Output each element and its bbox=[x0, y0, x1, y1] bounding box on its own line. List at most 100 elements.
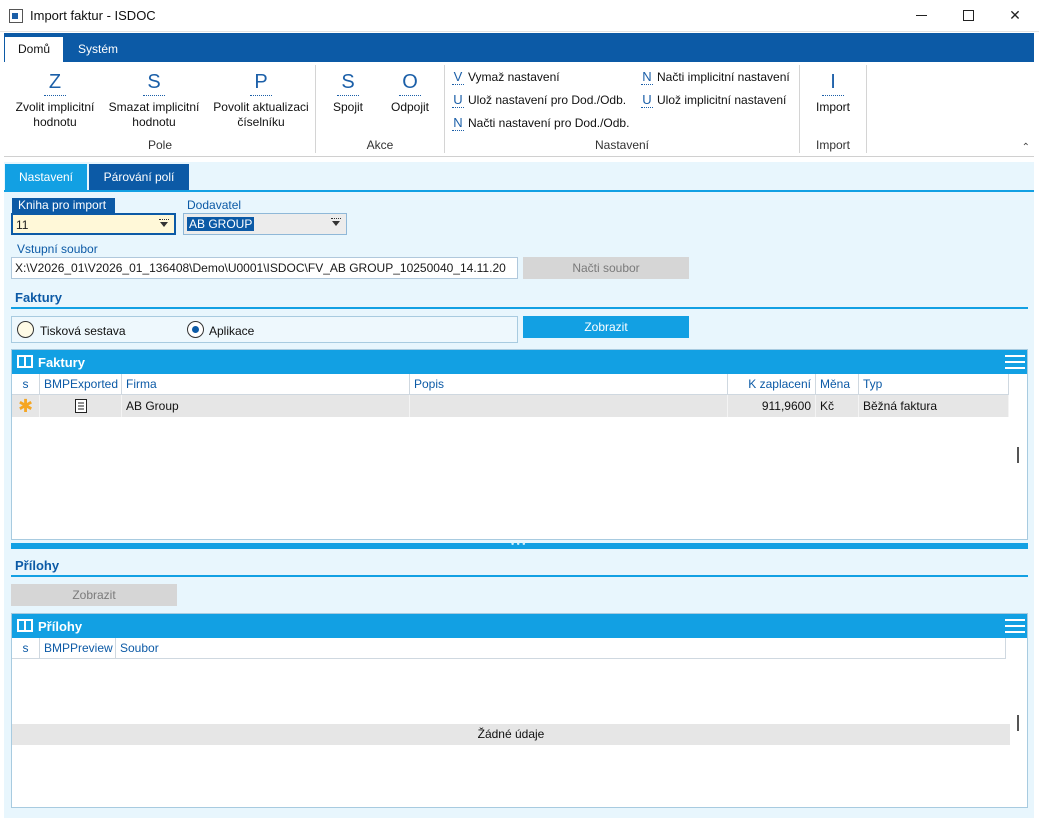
dodavatel-label: Dodavatel bbox=[187, 198, 242, 212]
button-label: Odpojit bbox=[390, 100, 430, 114]
main-content: Nastavení Párování polí Kniha pro import… bbox=[4, 162, 1034, 818]
vertical-scrollbar[interactable] bbox=[1017, 447, 1019, 463]
povolit-aktualizaci-button[interactable]: P Povolit aktualizaci číselníku bbox=[208, 70, 314, 130]
title-bar: Import faktur - ISDOC ✕ bbox=[0, 0, 1039, 32]
pane-splitter[interactable]: • • • bbox=[11, 539, 1028, 549]
maximize-button[interactable] bbox=[945, 0, 991, 31]
dropdown-arrow-icon[interactable] bbox=[330, 218, 342, 228]
close-button[interactable]: ✕ bbox=[992, 0, 1038, 31]
smazat-implicitni-button[interactable]: S Smazat implicitní hodnotu bbox=[104, 70, 204, 130]
close-icon: ✕ bbox=[1009, 7, 1021, 23]
vstupni-soubor-label: Vstupní soubor bbox=[17, 242, 98, 256]
shortcut-letter: N bbox=[641, 69, 653, 85]
faktury-section-title: Faktury bbox=[15, 290, 62, 305]
spojit-button[interactable]: S Spojit bbox=[322, 70, 374, 115]
column-header-k-zaplaceni[interactable]: K zaplacení bbox=[728, 374, 816, 395]
column-header-soubor[interactable]: Soubor bbox=[116, 638, 1006, 659]
tab-nastaveni[interactable]: Nastavení bbox=[5, 164, 87, 190]
group-label-pole: Pole bbox=[147, 138, 173, 152]
vstupni-soubor-input[interactable]: X:\V2026_01\V2026_01_136408\Demo\U0001\I… bbox=[11, 257, 518, 279]
new-row-star-icon: ✱ bbox=[12, 395, 40, 417]
kniha-select[interactable]: 11 bbox=[11, 213, 176, 235]
column-header-popis[interactable]: Popis bbox=[410, 374, 728, 395]
zobrazit-prilohy-button[interactable]: Zobrazit bbox=[11, 584, 177, 606]
nacti-implicitni-nastaveni-button[interactable]: N Načti implicitní nastavení bbox=[641, 69, 790, 85]
minimize-button[interactable] bbox=[898, 0, 944, 31]
column-header-bmpexported[interactable]: BMPExported bbox=[40, 374, 122, 395]
column-header-s[interactable]: s bbox=[12, 374, 40, 395]
group-label-akce: Akce bbox=[366, 138, 394, 152]
shortcut-letter: P bbox=[250, 70, 272, 96]
uloz-implicitni-nastaveni-button[interactable]: U Ulož implicitní nastavení bbox=[641, 92, 786, 108]
cell-firma: AB Group bbox=[122, 395, 410, 417]
empty-state-text: Žádné údaje bbox=[12, 724, 1010, 745]
shortcut-letter: V bbox=[452, 69, 464, 85]
radio-tiskova-sestava[interactable] bbox=[17, 321, 34, 338]
odpojit-button[interactable]: O Odpojit bbox=[382, 70, 438, 115]
menu-icon[interactable] bbox=[1005, 355, 1025, 369]
splitter-grip-icon: • • • bbox=[511, 539, 526, 549]
ribbon: Z Zvolit implicitní hodnotu S Smazat imp… bbox=[4, 62, 1034, 157]
grid-title: Faktury bbox=[38, 355, 85, 370]
window-title: Import faktur - ISDOC bbox=[30, 8, 156, 23]
vymaz-nastaveni-button[interactable]: V Vymaž nastavení bbox=[452, 69, 560, 85]
zvolit-implicitni-button[interactable]: Z Zvolit implicitní hodnotu bbox=[6, 70, 104, 130]
column-header-typ[interactable]: Typ bbox=[859, 374, 1009, 395]
prilohy-section-title: Přílohy bbox=[15, 558, 60, 573]
group-separator bbox=[866, 65, 867, 153]
column-header-mena[interactable]: Měna bbox=[816, 374, 859, 395]
button-label: Načti nastavení pro Dod./Odb. bbox=[468, 116, 630, 130]
kniha-label: Kniha pro import bbox=[12, 198, 115, 213]
ribbon-tab-system[interactable]: Systém bbox=[70, 37, 126, 62]
uloz-nastaveni-dod-button[interactable]: U Ulož nastavení pro Dod./Odb. bbox=[452, 92, 626, 108]
shortcut-letter: U bbox=[452, 92, 464, 108]
tab-underline bbox=[4, 190, 1034, 192]
shortcut-letter: O bbox=[399, 70, 421, 96]
button-label-line1: Povolit aktualizaci bbox=[213, 100, 309, 114]
nacti-soubor-button[interactable]: Načti soubor bbox=[523, 257, 689, 279]
shortcut-letter: Z bbox=[44, 70, 66, 96]
cell-typ: Běžná faktura bbox=[859, 395, 1009, 417]
app-icon bbox=[9, 9, 23, 23]
import-button[interactable]: I Import bbox=[806, 70, 860, 115]
menu-icon[interactable] bbox=[1005, 619, 1025, 633]
vertical-scrollbar[interactable] bbox=[1017, 715, 1019, 731]
minimize-icon bbox=[915, 15, 927, 16]
button-label-line1: Smazat implicitní bbox=[108, 100, 200, 114]
collapse-ribbon-icon[interactable]: ⌃ bbox=[1022, 142, 1030, 153]
kniha-value: 11 bbox=[16, 218, 29, 232]
shortcut-letter: I bbox=[822, 70, 844, 96]
radio-aplikace[interactable] bbox=[187, 321, 204, 338]
shortcut-letter: S bbox=[337, 70, 359, 96]
output-radio-group: Tisková sestava Aplikace bbox=[11, 316, 518, 343]
faktury-grid: Faktury s BMPExported Firma Popis K zapl… bbox=[11, 349, 1028, 540]
cell-popis bbox=[410, 395, 728, 417]
section-divider bbox=[11, 575, 1028, 577]
grid-header: Přílohy bbox=[12, 614, 1027, 638]
button-label-line1: Zvolit implicitní bbox=[15, 100, 95, 114]
book-icon bbox=[17, 355, 33, 368]
column-header-bmppreview[interactable]: BMPPreview bbox=[40, 638, 116, 659]
button-label: Načti implicitní nastavení bbox=[657, 70, 790, 84]
grid-header: Faktury bbox=[12, 350, 1027, 374]
cell-mena: Kč bbox=[816, 395, 859, 417]
dropdown-arrow-icon[interactable] bbox=[158, 219, 170, 229]
radio-label-tiskova: Tisková sestava bbox=[40, 324, 126, 338]
dodavatel-value: AB GROUP bbox=[187, 217, 255, 231]
button-label-line2: číselníku bbox=[237, 115, 285, 129]
nacti-nastaveni-dod-button[interactable]: N Načti nastavení pro Dod./Odb. bbox=[452, 115, 629, 131]
button-label: Vymaž nastavení bbox=[468, 70, 560, 84]
dodavatel-select[interactable]: AB GROUP bbox=[183, 213, 347, 235]
column-header-firma[interactable]: Firma bbox=[122, 374, 410, 395]
button-label: Ulož nastavení pro Dod./Odb. bbox=[468, 93, 627, 107]
button-label: Spojit bbox=[332, 100, 364, 114]
grid-title: Přílohy bbox=[38, 619, 83, 634]
book-icon bbox=[17, 619, 33, 632]
zobrazit-faktury-button[interactable]: Zobrazit bbox=[523, 316, 689, 338]
shortcut-letter: U bbox=[641, 92, 653, 108]
ribbon-tab-bar: Domů Systém bbox=[4, 33, 1034, 62]
ribbon-tab-domu[interactable]: Domů bbox=[5, 37, 63, 62]
column-header-s[interactable]: s bbox=[12, 638, 40, 659]
button-label: Import bbox=[815, 100, 850, 114]
tab-parovani-poli[interactable]: Párování polí bbox=[89, 164, 189, 190]
